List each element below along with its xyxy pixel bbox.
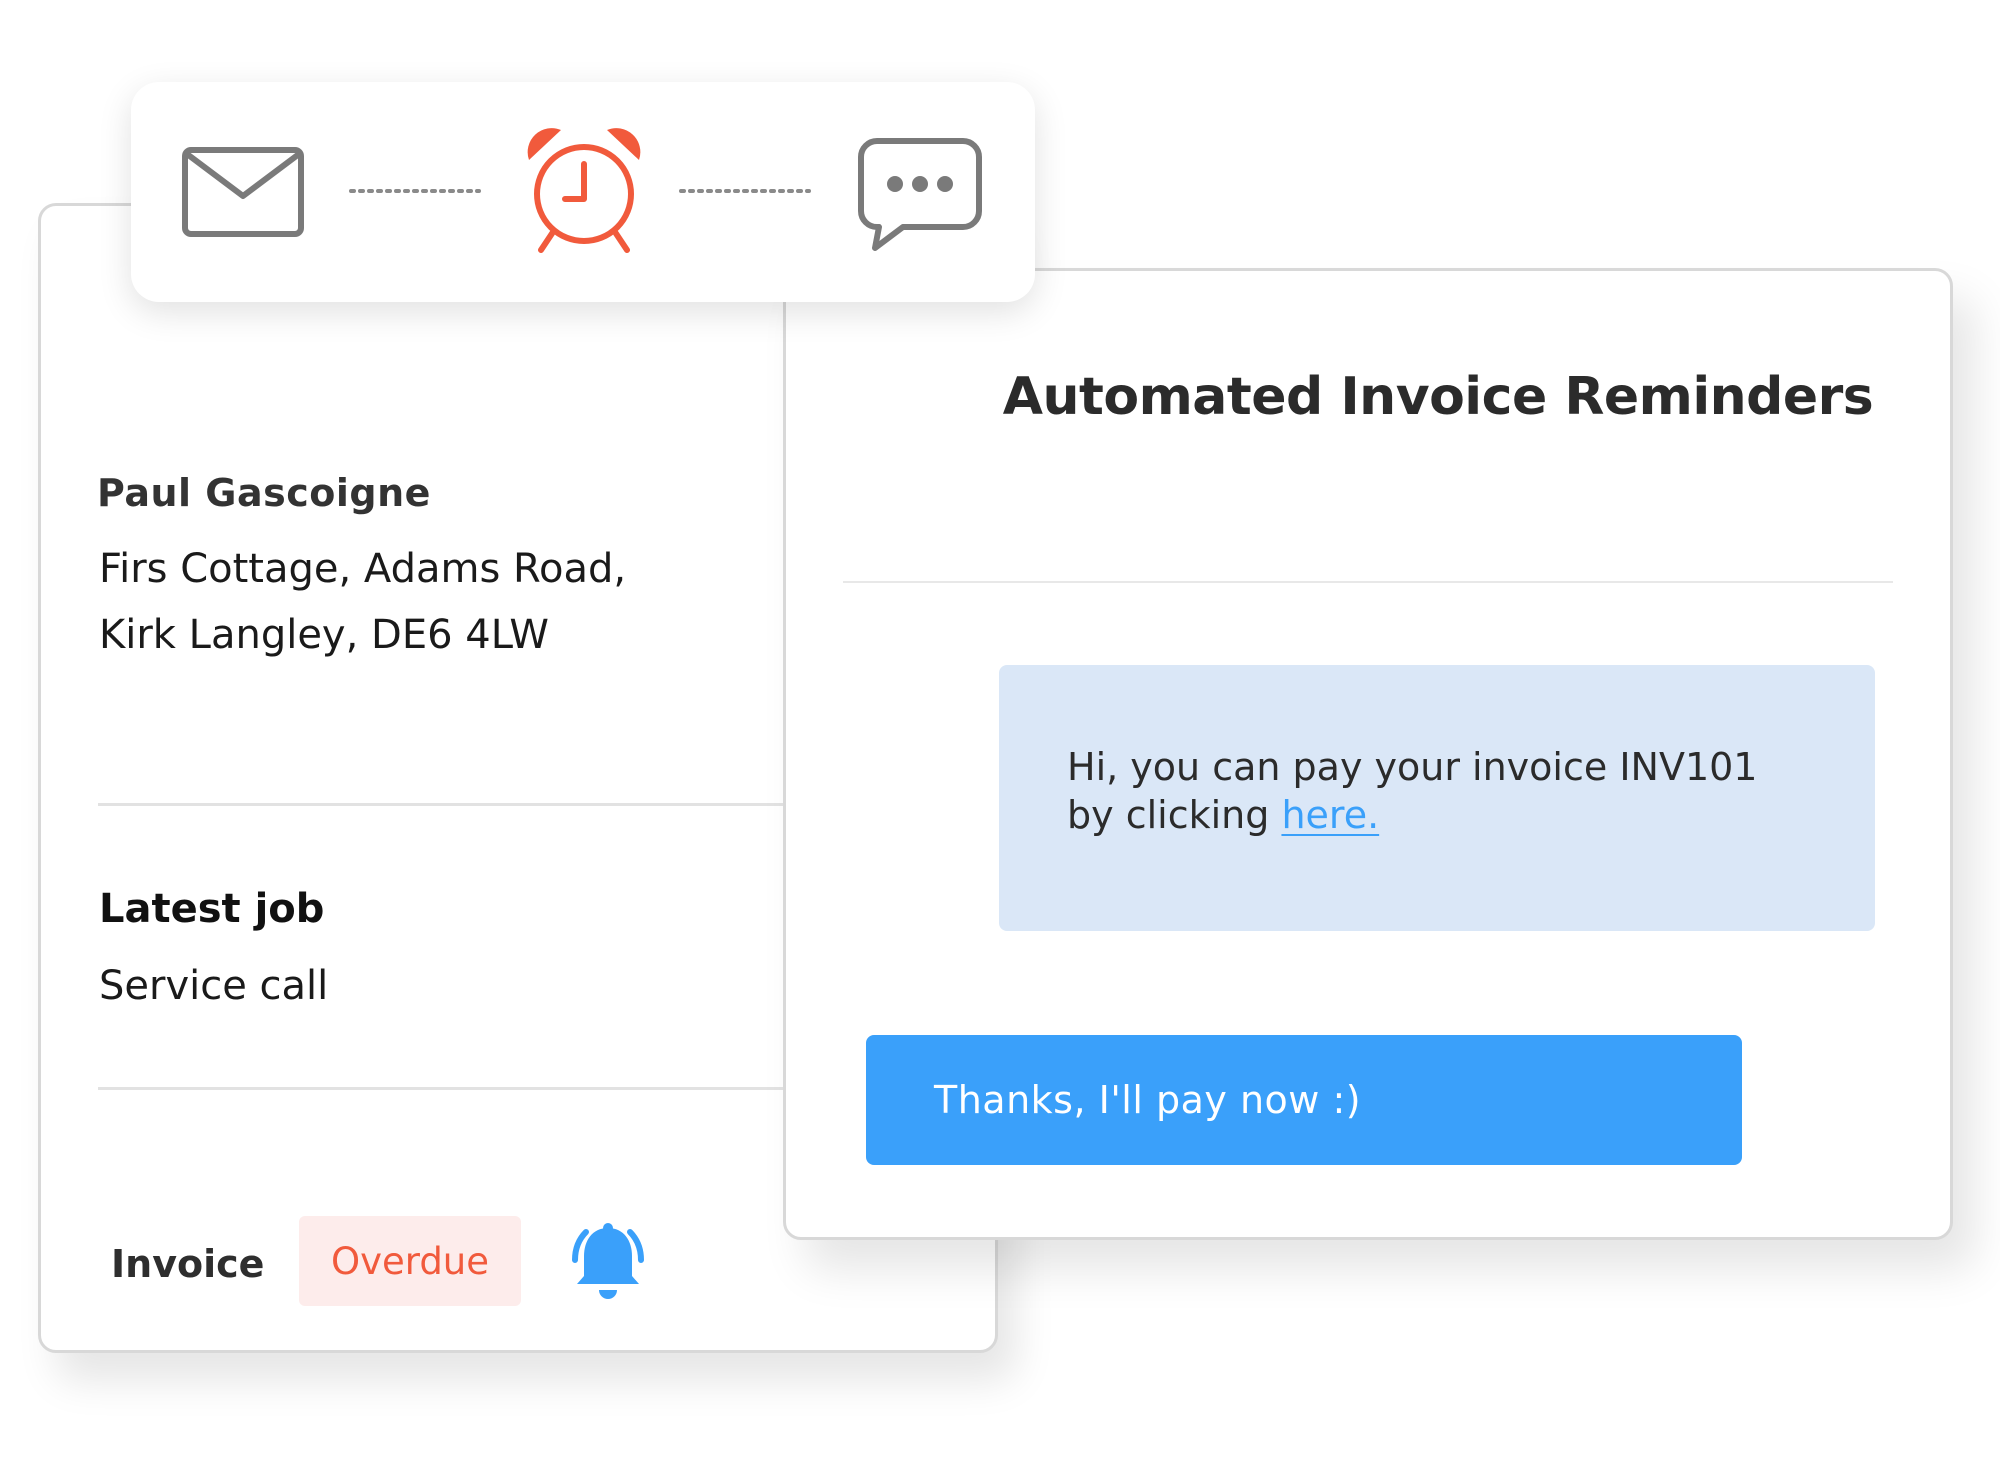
reply-message-button[interactable]: Thanks, I'll pay now :): [866, 1035, 1742, 1165]
bell-ringing-icon[interactable]: [563, 1218, 653, 1308]
reminder-message-bubble: Hi, you can pay your invoice INV101 by c…: [999, 665, 1875, 931]
stage: Paul Gascoigne Firs Cottage, Adams Road,…: [0, 0, 2000, 1467]
mail-icon: [182, 147, 304, 237]
latest-job-value: Service call: [99, 963, 329, 1009]
overdue-status-badge: Overdue: [299, 1216, 521, 1306]
divider: [98, 803, 788, 806]
chat-bubble-icon: [858, 138, 982, 251]
divider: [98, 1087, 788, 1090]
message-line-1: Hi, you can pay your invoice INV101: [1067, 745, 1758, 789]
reminder-card: Automated Invoice Reminders Hi, you can …: [783, 268, 1953, 1240]
alarm-clock-icon: [527, 128, 641, 253]
pay-here-link[interactable]: here.: [1281, 793, 1379, 837]
channel-icon-strip: [131, 82, 1035, 302]
address-line-1: Firs Cottage, Adams Road,: [99, 546, 627, 592]
reminder-title: Automated Invoice Reminders: [1002, 367, 1874, 427]
message-line-2: by clicking here.: [1067, 791, 1875, 839]
customer-address: Firs Cottage, Adams Road, Kirk Langley, …: [99, 536, 799, 668]
customer-name: Paul Gascoigne: [97, 471, 431, 515]
divider: [843, 581, 1893, 583]
message-line-2-text: by clicking: [1067, 793, 1282, 837]
latest-job-heading: Latest job: [99, 886, 325, 932]
address-line-2: Kirk Langley, DE6 4LW: [99, 612, 549, 658]
dotted-connector: [679, 189, 811, 193]
invoice-label: Invoice: [111, 1242, 265, 1286]
dotted-connector: [349, 189, 481, 193]
